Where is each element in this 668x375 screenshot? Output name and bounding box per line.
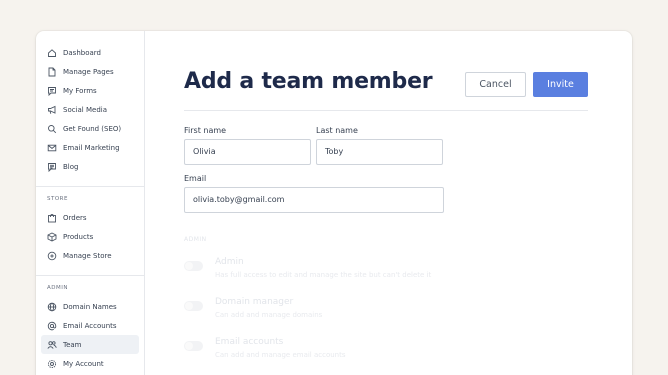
team-icon [47,340,57,350]
sidebar-item-team[interactable]: Team [41,335,139,354]
email-field[interactable]: olivia.toby@gmail.com [184,187,444,213]
sidebar-item-label: Products [63,232,94,241]
globe-icon [47,302,57,312]
megaphone-icon [47,105,57,115]
sidebar-item-label: Blog [63,162,79,171]
first-name-field[interactable]: Olivia [184,139,311,165]
permission-name: Admin [215,257,244,267]
invite-button[interactable]: Invite [533,72,588,97]
app-window: Dashboard Manage Pages My Forms Social M… [36,31,632,375]
sidebar-section-admin: ADMIN [47,285,68,291]
domain-manager-toggle[interactable] [184,301,203,311]
cancel-button[interactable]: Cancel [465,72,526,97]
sidebar-item-label: Team [63,340,82,349]
sidebar-item-label: Dashboard [63,48,101,57]
sidebar-item-social-media[interactable]: Social Media [41,100,139,119]
sidebar-item-domain-names[interactable]: Domain Names [41,297,139,316]
sidebar-item-my-account[interactable]: My Account [41,354,139,373]
email-accounts-toggle[interactable] [184,341,203,351]
sidebar-item-manage-store[interactable]: Manage Store [41,246,139,265]
permission-description: Can add and manage email accounts [215,351,346,359]
bag-icon [47,213,57,223]
sidebar: Dashboard Manage Pages My Forms Social M… [36,31,145,375]
search-icon [47,124,57,134]
sidebar-item-label: Email Marketing [63,143,120,152]
sidebar-item-products[interactable]: Products [41,227,139,246]
sidebar-divider [36,275,144,276]
sidebar-item-my-forms[interactable]: My Forms [41,81,139,100]
permission-description: Has full access to edit and manage the s… [215,271,432,279]
permission-description: Can add and manage domains [215,311,323,319]
gear-icon [47,359,57,369]
sidebar-item-email-marketing[interactable]: Email Marketing [41,138,139,157]
at-icon [47,321,57,331]
email-label: Email [184,174,207,183]
sidebar-item-label: Domain Names [63,302,117,311]
sidebar-item-dashboard[interactable]: Dashboard [41,43,139,62]
header-divider [184,110,588,111]
main-content: Add a team member Cancel Invite First na… [146,31,632,375]
last-name-field[interactable]: Toby [316,139,443,165]
blog-icon [47,162,57,172]
first-name-label: First name [184,126,227,135]
permission-name: Domain manager [215,297,294,307]
sidebar-item-seo[interactable]: Get Found (SEO) [41,119,139,138]
sidebar-item-email-accounts[interactable]: Email Accounts [41,316,139,335]
sidebar-item-label: Manage Pages [63,67,114,76]
admin-toggle[interactable] [184,261,203,271]
sidebar-section-store: STORE [47,196,68,202]
sidebar-divider [36,186,144,187]
home-icon [47,48,57,58]
sidebar-item-label: Social Media [63,105,108,114]
last-name-label: Last name [316,126,358,135]
sidebar-item-label: My Forms [63,86,97,95]
sidebar-item-label: Get Found (SEO) [63,124,122,133]
sidebar-item-label: Email Accounts [63,321,117,330]
store-icon [47,251,57,261]
page-icon [47,67,57,77]
page-title: Add a team member [184,69,433,94]
permission-name: Email accounts [215,337,284,347]
sidebar-item-label: Orders [63,213,87,222]
sidebar-item-manage-pages[interactable]: Manage Pages [41,62,139,81]
box-icon [47,231,57,242]
sidebar-item-label: Manage Store [63,251,112,260]
sidebar-item-orders[interactable]: Orders [41,208,139,227]
permissions-section-label: ADMIN [184,236,207,243]
mail-icon [47,143,57,153]
sidebar-item-blog[interactable]: Blog [41,157,139,176]
sidebar-item-label: My Account [63,359,104,368]
form-icon [47,86,57,96]
